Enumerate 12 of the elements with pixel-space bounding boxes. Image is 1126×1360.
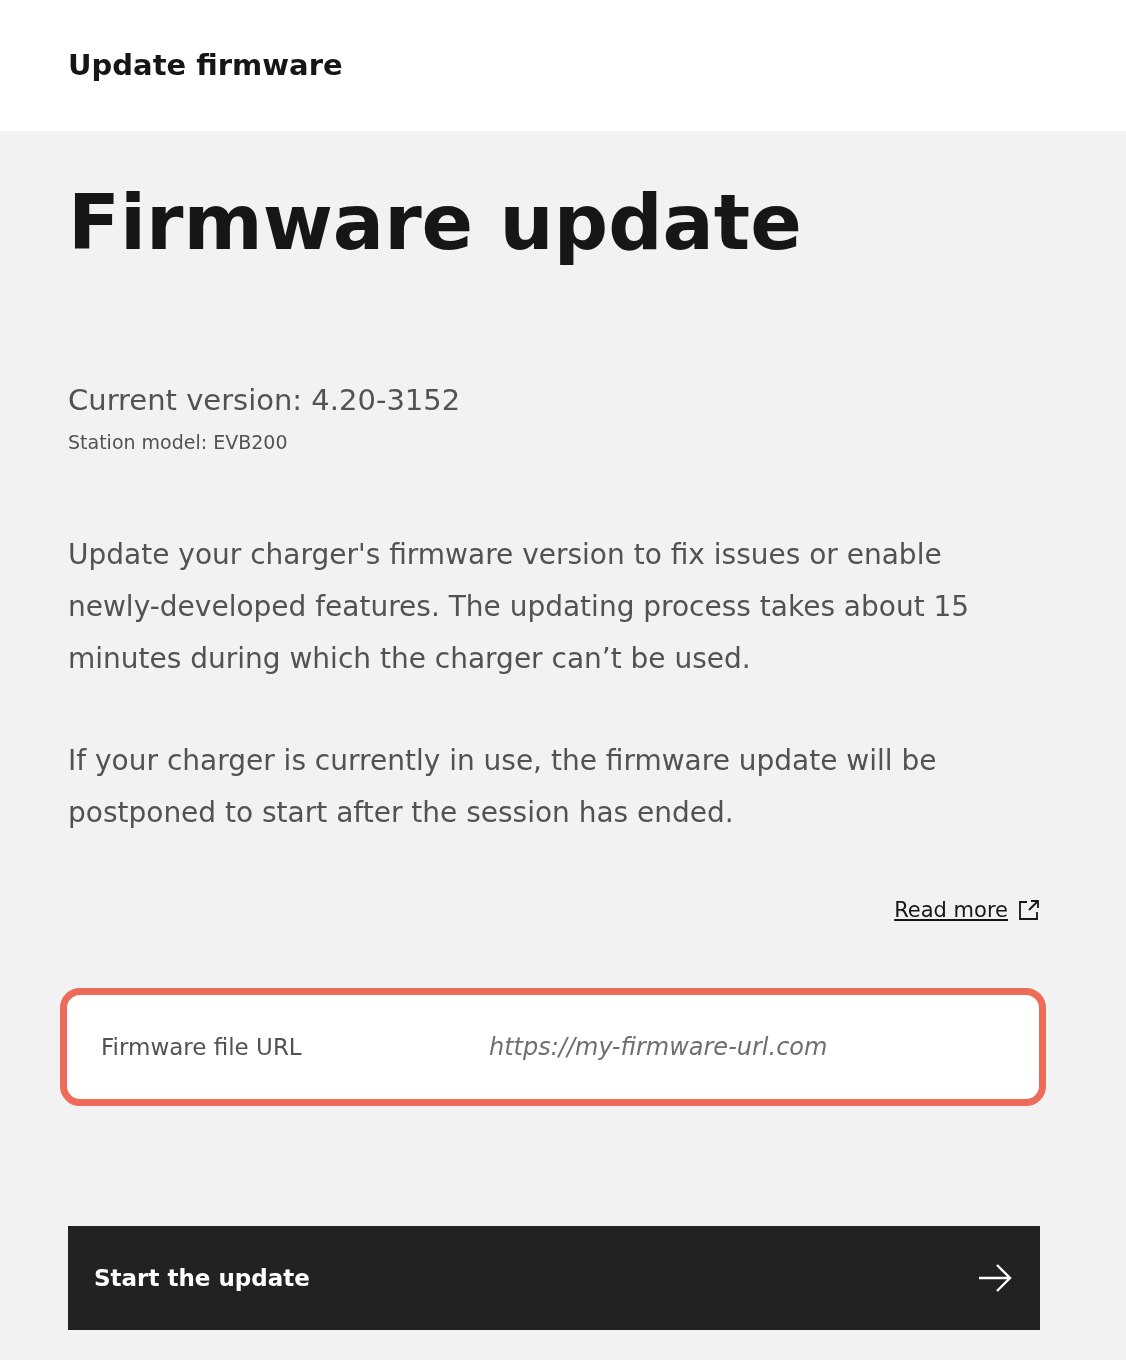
current-version: Current version: 4.20-3152 xyxy=(68,381,462,419)
url-input[interactable]: https://my-firmware-url.com xyxy=(487,1028,1005,1067)
external-link-icon xyxy=(1018,899,1040,922)
description-text: If your charger is currently in use, the firmware update will be postponed to start after the session has ended. xyxy=(68,742,938,831)
arrow-right-icon xyxy=(978,1264,1012,1293)
page-title: Update firmware xyxy=(68,48,343,83)
read-more-link[interactable]: Read more xyxy=(894,894,1008,927)
heading: Firmware update xyxy=(68,181,803,265)
field-label: Firmware file URL xyxy=(101,1032,303,1062)
station-model: Station model: EVB200 xyxy=(68,430,289,456)
start-update-button[interactable]: Start the update xyxy=(68,1226,1040,1331)
description-text: Update your charger's firmware version to fix issues or enable newly-developed features. The updating process takes about 15 minutes during which the charger can’t be used. xyxy=(68,536,971,677)
